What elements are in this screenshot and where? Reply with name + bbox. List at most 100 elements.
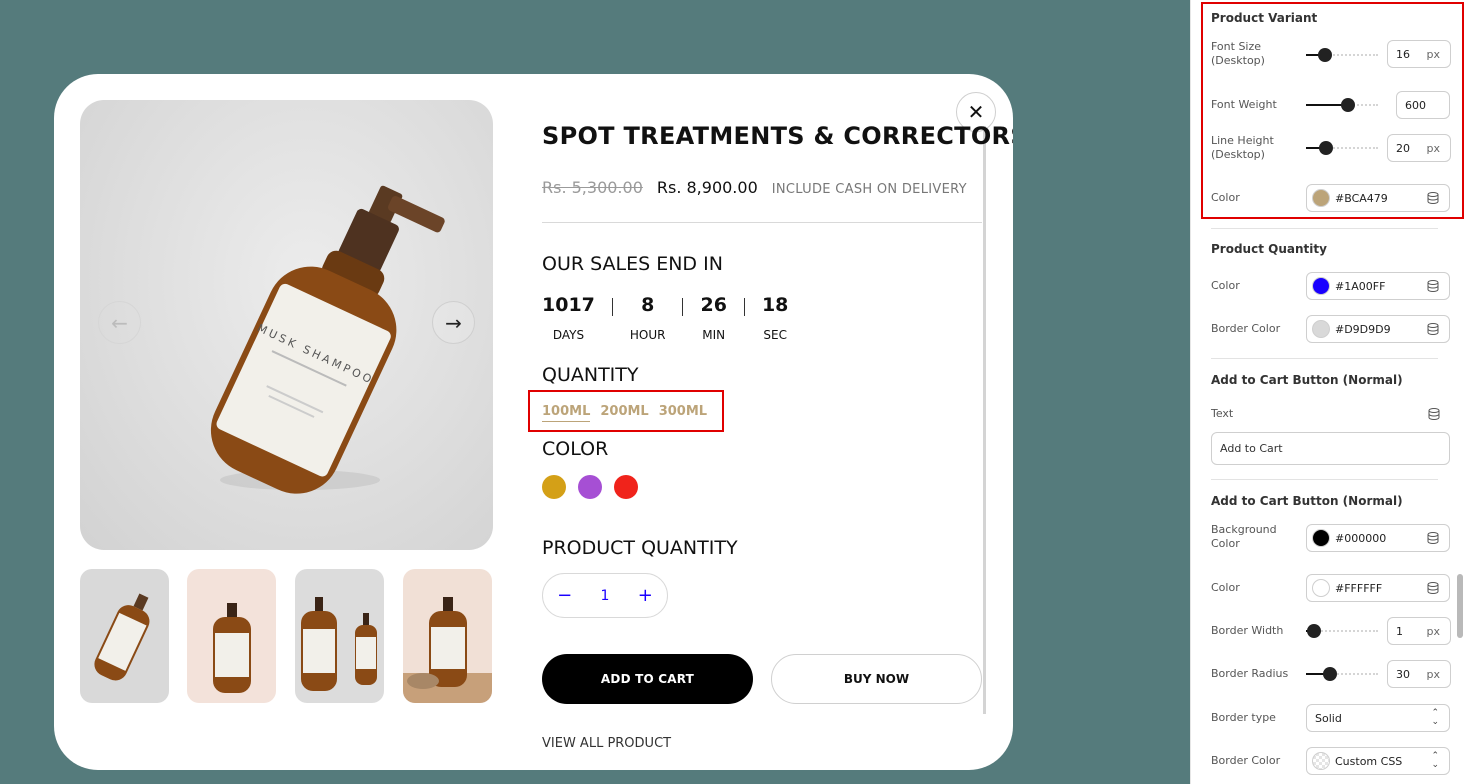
panel-scrollbar-thumb[interactable] xyxy=(1457,574,1463,638)
countdown-separator xyxy=(682,298,684,316)
thumbnail-4[interactable] xyxy=(403,569,492,703)
color-hex: #000000 xyxy=(1335,531,1387,545)
countdown-value: 1017 xyxy=(542,294,595,316)
font-weight-label: Font Weight xyxy=(1211,98,1277,111)
color-swatch-red[interactable] xyxy=(614,475,638,499)
border-color-label: Border Color xyxy=(1211,754,1281,767)
font-weight-input[interactable]: 600 xyxy=(1396,91,1450,119)
thumbnail-bottle-image xyxy=(213,603,251,693)
variant-color-picker[interactable]: #BCA479 xyxy=(1306,184,1450,212)
border-color-select[interactable]: Custom CSS ⌃ ⌄ xyxy=(1306,747,1450,775)
border-radius-input[interactable]: 30 px xyxy=(1387,660,1451,688)
variant-option-100ml[interactable]: 100ML xyxy=(542,404,591,422)
countdown-label: MIN xyxy=(702,328,726,342)
color-swatch-gold[interactable] xyxy=(542,475,566,499)
chevron-updown-icon: ⌃ ⌄ xyxy=(1431,751,1439,770)
price-row: Rs. 5,300.00 Rs. 8,900.00 INCLUDE CASH O… xyxy=(542,178,967,197)
divider xyxy=(542,222,982,223)
thumbnail-bottle-image xyxy=(301,597,377,691)
countdown-label: HOUR xyxy=(629,328,666,342)
decrease-quantity-button[interactable]: − xyxy=(557,585,572,606)
view-all-product-link[interactable]: VIEW ALL PRODUCT xyxy=(542,736,671,751)
slider-knob[interactable] xyxy=(1323,667,1337,681)
unit-label: px xyxy=(1426,667,1441,681)
divider xyxy=(1211,479,1438,480)
section-title-add-to-cart-style: Add to Cart Button (Normal) xyxy=(1211,494,1403,508)
font-weight-slider[interactable] xyxy=(1306,98,1378,112)
font-size-slider[interactable] xyxy=(1306,48,1378,62)
unit-label: px xyxy=(1426,624,1441,638)
thumbnail-2[interactable] xyxy=(187,569,276,703)
main-product-image: MUSK SHAMPOO ← → xyxy=(80,100,493,550)
cod-note: INCLUDE CASH ON DELIVERY xyxy=(771,182,967,197)
sale-price: Rs. 8,900.00 xyxy=(656,178,758,197)
arrow-right-icon: → xyxy=(445,310,462,335)
button-color-picker[interactable]: #FFFFFF xyxy=(1306,574,1450,602)
database-icon[interactable] xyxy=(1427,192,1439,204)
buy-now-button[interactable]: BUY NOW xyxy=(771,654,982,704)
line-height-input[interactable]: 20 px xyxy=(1387,134,1451,162)
border-radius-value: 30 xyxy=(1396,667,1410,681)
add-to-cart-button[interactable]: ADD TO CART xyxy=(542,654,753,704)
sales-heading: OUR SALES END IN xyxy=(542,253,723,275)
database-icon[interactable] xyxy=(1427,532,1439,544)
text-label: Text xyxy=(1211,407,1234,420)
quantity-value[interactable]: 1 xyxy=(601,588,610,604)
slider-knob[interactable] xyxy=(1307,624,1321,638)
divider xyxy=(1211,358,1438,359)
border-width-slider[interactable] xyxy=(1306,624,1378,638)
color-swatch-icon xyxy=(1312,579,1330,597)
thumbnail-3[interactable] xyxy=(295,569,384,703)
font-size-input[interactable]: 16 px xyxy=(1387,40,1451,68)
quantity-border-color-picker[interactable]: #D9D9D9 xyxy=(1306,315,1450,343)
color-swatch-purple[interactable] xyxy=(578,475,602,499)
section-title-add-to-cart-text: Add to Cart Button (Normal) xyxy=(1211,373,1403,387)
database-icon[interactable] xyxy=(1428,408,1440,420)
font-size-label: Font Size (Desktop) xyxy=(1211,40,1265,67)
border-type-label: Border type xyxy=(1211,711,1276,724)
slider-knob[interactable] xyxy=(1319,141,1333,155)
product-title: SPOT TREATMENTS & CORRECTORS xyxy=(542,122,1013,150)
color-hex: #FFFFFF xyxy=(1335,581,1383,595)
line-height-value: 20 xyxy=(1396,141,1410,155)
border-width-input[interactable]: 1 px xyxy=(1387,617,1451,645)
font-size-value: 16 xyxy=(1396,47,1410,61)
slider-knob[interactable] xyxy=(1341,98,1355,112)
thumbnail-1[interactable] xyxy=(80,569,169,703)
countdown-hours: 8 HOUR xyxy=(630,294,666,342)
countdown-value: 8 xyxy=(641,294,655,316)
settings-panel: Product Variant Font Size (Desktop) 16 p… xyxy=(1190,0,1466,784)
quantity-border-color-label: Border Color xyxy=(1211,322,1281,335)
quantity-color-picker[interactable]: #1A00FF xyxy=(1306,272,1450,300)
font-weight-value: 600 xyxy=(1405,98,1426,112)
border-width-value: 1 xyxy=(1396,624,1403,638)
line-height-slider[interactable] xyxy=(1306,141,1378,155)
prev-image-button[interactable]: ← xyxy=(98,301,141,344)
color-heading: COLOR xyxy=(542,438,609,460)
variant-option-200ml[interactable]: 200ML xyxy=(600,404,648,422)
thumbnail-bottle-image xyxy=(403,597,492,703)
increase-quantity-button[interactable]: + xyxy=(638,585,653,606)
database-icon[interactable] xyxy=(1427,280,1439,292)
database-icon[interactable] xyxy=(1427,582,1439,594)
color-swatch-icon xyxy=(1312,320,1330,338)
countdown-value: 18 xyxy=(761,294,789,316)
border-type-select[interactable]: Solid ⌃ ⌄ xyxy=(1306,704,1450,732)
background-color-picker[interactable]: #000000 xyxy=(1306,524,1450,552)
border-radius-slider[interactable] xyxy=(1306,667,1378,681)
unit-label: px xyxy=(1426,47,1441,61)
countdown-minutes: 26 MIN xyxy=(700,294,726,342)
slider-knob[interactable] xyxy=(1318,48,1332,62)
database-icon[interactable] xyxy=(1427,323,1439,335)
add-to-cart-text-input[interactable]: Add to Cart xyxy=(1211,432,1450,465)
variant-option-300ml[interactable]: 300ML xyxy=(659,404,707,422)
countdown-label: SEC xyxy=(763,328,787,342)
close-icon: ✕ xyxy=(967,100,985,124)
color-swatches xyxy=(542,475,638,499)
thumbnail-bottle-image xyxy=(94,593,150,681)
modal-scrollbar[interactable] xyxy=(983,126,986,714)
color-swatch-icon xyxy=(1312,529,1330,547)
next-image-button[interactable]: → xyxy=(432,301,475,344)
countdown-label: DAYS xyxy=(552,328,585,342)
color-hex: #BCA479 xyxy=(1335,191,1388,205)
